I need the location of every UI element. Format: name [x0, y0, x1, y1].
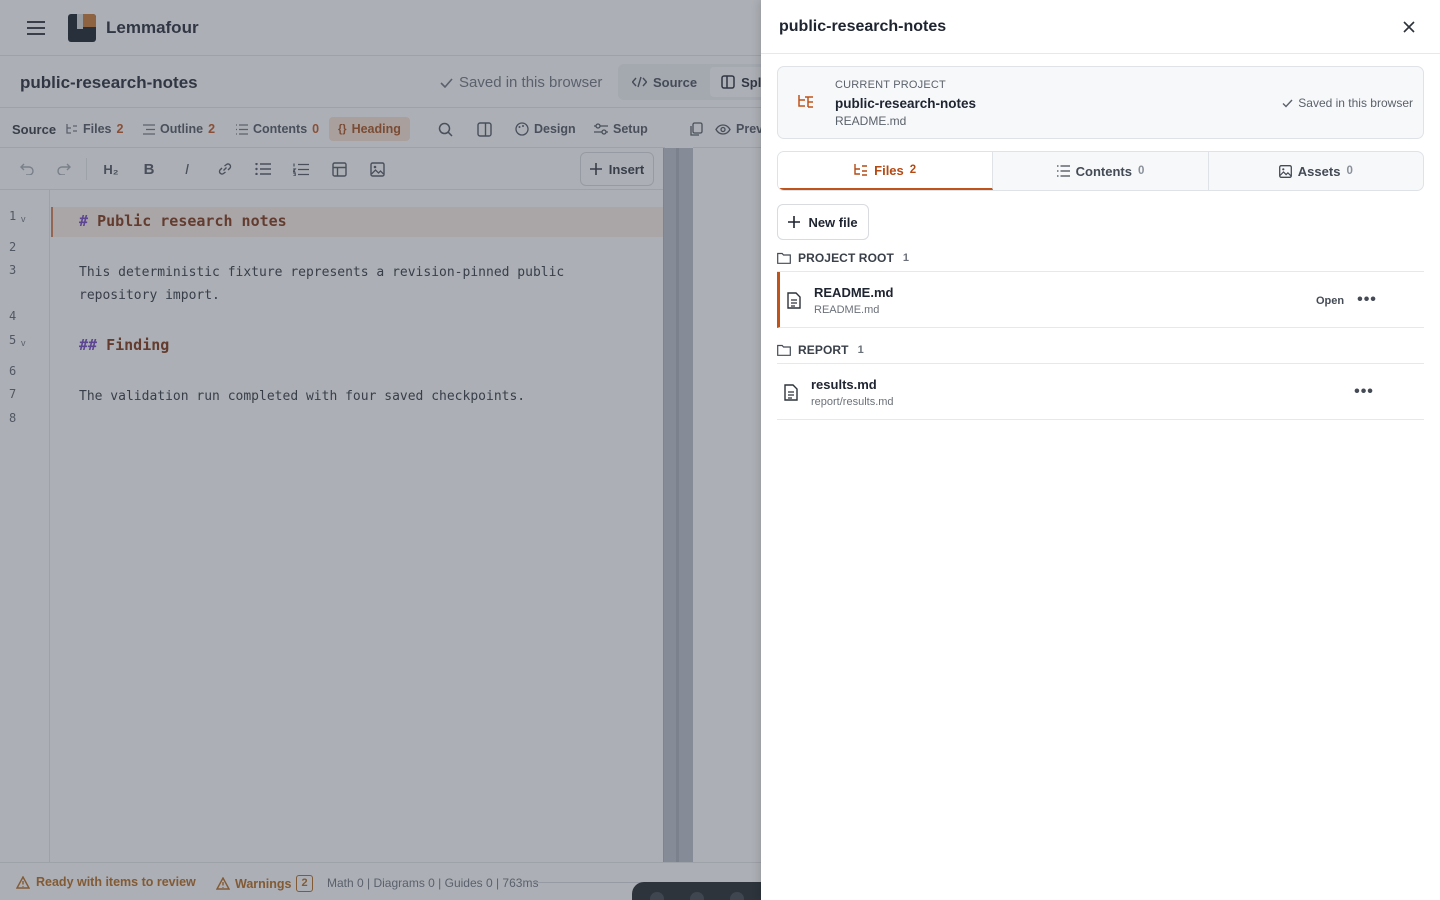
current-project-card: CURRENT PROJECT public-research-notes RE…: [777, 66, 1424, 139]
project-kicker: CURRENT PROJECT: [835, 79, 946, 91]
more-icon: •••: [1354, 383, 1374, 400]
file-group-count: 1: [857, 344, 864, 356]
more-options-button[interactable]: •••: [1354, 383, 1374, 401]
tab-files-count: 2: [909, 164, 917, 176]
check-icon: [1282, 99, 1293, 108]
tab-contents-count: 0: [1137, 165, 1145, 177]
tab-assets[interactable]: Assets 0: [1209, 152, 1423, 190]
tab-files-label: Files: [874, 162, 904, 178]
file-name: README.md: [814, 285, 894, 300]
project-name: public-research-notes: [835, 96, 977, 111]
plus-icon: [788, 216, 801, 228]
file-row-results[interactable]: results.md report/results.md •••: [777, 364, 1424, 420]
file-group-header: REPORT 1: [777, 338, 1424, 362]
file-path: report/results.md: [811, 396, 894, 408]
new-file-label: New file: [808, 214, 858, 230]
file-icon: [787, 292, 801, 309]
tree-icon: [797, 93, 815, 111]
tab-assets-count: 0: [1346, 165, 1353, 177]
tab-contents[interactable]: Contents 0: [993, 152, 1209, 190]
project-files-drawer: public-research-notes CURRENT PROJECT pu…: [761, 0, 1440, 900]
folder-icon: [777, 344, 791, 356]
project-entry-file: README.md: [835, 114, 907, 128]
more-options-button[interactable]: •••: [1357, 291, 1377, 309]
files-icon: [854, 164, 868, 176]
close-icon: [1403, 21, 1415, 33]
image-icon: [1278, 164, 1292, 178]
tab-assets-label: Assets: [1297, 163, 1341, 179]
open-file-button[interactable]: Open: [1316, 295, 1344, 307]
modal-overlay[interactable]: [0, 0, 761, 900]
folder-icon: [777, 252, 791, 264]
project-save-status-text: Saved in this browser: [1298, 96, 1413, 110]
contents-icon: [1056, 165, 1070, 177]
drawer-title: public-research-notes: [779, 18, 947, 35]
close-button[interactable]: [1399, 17, 1419, 37]
file-name: results.md: [811, 377, 877, 392]
file-icon: [784, 384, 798, 401]
drawer-header: public-research-notes: [761, 0, 1440, 54]
file-row-readme[interactable]: README.md README.md Open •••: [777, 272, 1424, 328]
file-group-label: REPORT: [798, 343, 849, 357]
drawer-tabs: Files 2 Contents 0 Assets 0: [777, 151, 1424, 191]
file-group-count: 1: [902, 252, 910, 264]
tab-contents-label: Contents: [1075, 163, 1132, 179]
file-group-header: PROJECT ROOT 1: [777, 246, 1424, 270]
project-save-status: Saved in this browser: [1282, 96, 1413, 110]
more-icon: •••: [1357, 291, 1377, 308]
file-group-label: PROJECT ROOT: [798, 251, 894, 265]
file-path: README.md: [814, 304, 880, 316]
tab-files[interactable]: Files 2: [778, 152, 994, 190]
new-file-button[interactable]: New file: [777, 204, 869, 240]
